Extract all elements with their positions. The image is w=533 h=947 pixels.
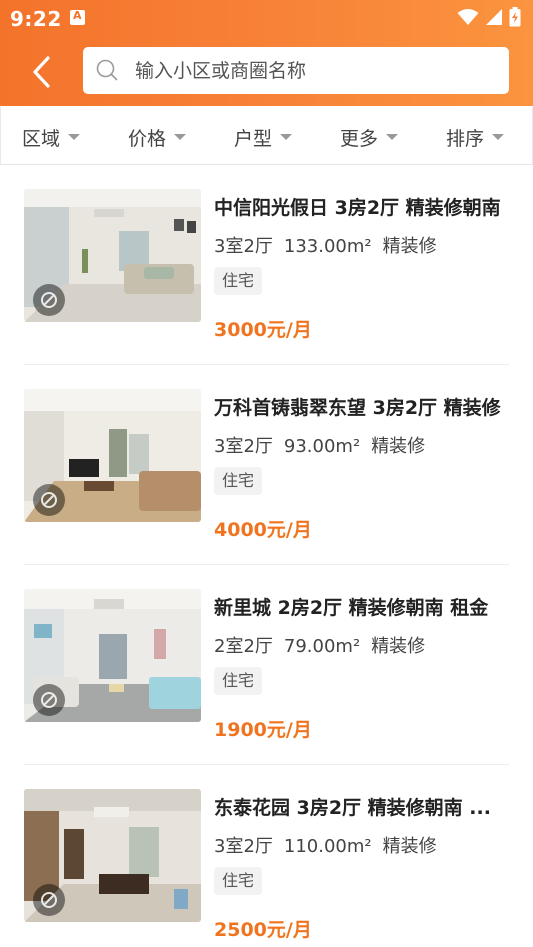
filter-label: 区域 bbox=[22, 127, 61, 150]
status-bar: 9:22 bbox=[0, 0, 533, 36]
app-header: 9:22 bbox=[0, 0, 533, 106]
listing-area: 93.00m² bbox=[283, 436, 361, 457]
divider bbox=[24, 364, 509, 365]
listing-photo bbox=[24, 189, 201, 322]
filter-bar: 区域 价格 户型 更多 排序 bbox=[0, 107, 533, 165]
filter-label: 排序 bbox=[446, 127, 485, 150]
status-icons bbox=[457, 6, 521, 28]
divider bbox=[24, 764, 509, 765]
listing-area: 133.00m² bbox=[283, 236, 372, 257]
listing-specs: 2室2厅 79.00m² 精装修 bbox=[214, 632, 436, 658]
filter-label: 户型 bbox=[234, 127, 273, 150]
listing-card[interactable]: 东泰花园 3房2厅 精装修朝南 ... 3室2厅 110.00m² 精装修 住宅 2… bbox=[24, 789, 509, 947]
filter-label: 价格 bbox=[128, 127, 167, 150]
search-icon bbox=[96, 59, 118, 81]
filter-layout[interactable]: 户型 bbox=[234, 125, 293, 150]
listing-decoration: 精装修 bbox=[382, 836, 437, 857]
divider bbox=[24, 564, 509, 565]
caret-down-icon bbox=[280, 134, 293, 140]
listing-type-tag: 住宅 bbox=[214, 467, 263, 495]
listing-area: 110.00m² bbox=[283, 836, 372, 857]
listing-rooms: 3室2厅 bbox=[214, 236, 273, 257]
listing-decoration: 精装修 bbox=[382, 236, 437, 257]
filter-price[interactable]: 价格 bbox=[128, 125, 187, 150]
filter-district[interactable]: 区域 bbox=[22, 125, 81, 150]
signal-icon bbox=[486, 9, 502, 25]
chevron-left-icon bbox=[33, 56, 50, 88]
status-time: 9:22 bbox=[10, 7, 62, 31]
filter-label: 更多 bbox=[340, 127, 379, 150]
filter-more[interactable]: 更多 bbox=[340, 125, 399, 150]
listing-title: 万科首铸翡翠东望 3房2厅 精装修 bbox=[214, 397, 501, 419]
listing-specs: 3室2厅 93.00m² 精装修 bbox=[214, 432, 436, 458]
listing-price: 1900元/月 bbox=[214, 719, 312, 741]
caret-down-icon bbox=[492, 134, 505, 140]
listing-specs: 3室2厅 133.00m² 精装修 bbox=[214, 232, 448, 258]
listing-rooms: 2室2厅 bbox=[214, 636, 273, 657]
listing-title: 东泰花园 3房2厅 精装修朝南 ... bbox=[214, 797, 491, 819]
filter-sort[interactable]: 排序 bbox=[446, 125, 505, 150]
search-input[interactable] bbox=[135, 55, 495, 86]
listing-photo bbox=[24, 589, 201, 722]
listing-title: 中信阳光假日 3房2厅 精装修朝南 bbox=[214, 197, 501, 219]
listing-decoration: 精装修 bbox=[371, 436, 426, 457]
listing-card[interactable]: 万科首铸翡翠东望 3房2厅 精装修 3室2厅 93.00m² 精装修 住宅 4000… bbox=[24, 389, 509, 589]
listing-photo bbox=[24, 789, 201, 922]
listing-price: 3000元/月 bbox=[214, 319, 312, 341]
listing-rooms: 3室2厅 bbox=[214, 836, 273, 857]
back-button[interactable] bbox=[22, 52, 62, 92]
caret-down-icon bbox=[68, 134, 81, 140]
listing-decoration: 精装修 bbox=[371, 636, 426, 657]
listing-title: 新里城 2房2厅 精装修朝南 租金 bbox=[214, 597, 489, 619]
listing-photo bbox=[24, 389, 201, 522]
vr-view-icon bbox=[33, 484, 65, 516]
vr-view-icon bbox=[33, 884, 65, 916]
listing-type-tag: 住宅 bbox=[214, 267, 263, 295]
battery-charging-icon bbox=[509, 7, 521, 27]
vr-view-icon bbox=[33, 284, 65, 316]
listing-type-tag: 住宅 bbox=[214, 667, 263, 695]
caret-down-icon bbox=[386, 134, 399, 140]
caret-down-icon bbox=[174, 134, 187, 140]
listing-specs: 3室2厅 110.00m² 精装修 bbox=[214, 832, 448, 858]
listing-price: 2500元/月 bbox=[214, 919, 312, 941]
app-notification-icon bbox=[70, 9, 85, 25]
listing-area: 79.00m² bbox=[283, 636, 361, 657]
listing-card[interactable]: 新里城 2房2厅 精装修朝南 租金 2室2厅 79.00m² 精装修 住宅 1900… bbox=[24, 589, 509, 789]
search-box[interactable] bbox=[83, 47, 509, 94]
listing-card[interactable]: 中信阳光假日 3房2厅 精装修朝南 3室2厅 133.00m² 精装修 住宅 300… bbox=[24, 189, 509, 389]
vr-view-icon bbox=[33, 684, 65, 716]
listing-price: 4000元/月 bbox=[214, 519, 312, 541]
wifi-icon bbox=[457, 9, 479, 25]
listing-rooms: 3室2厅 bbox=[214, 436, 273, 457]
listing-type-tag: 住宅 bbox=[214, 867, 263, 895]
